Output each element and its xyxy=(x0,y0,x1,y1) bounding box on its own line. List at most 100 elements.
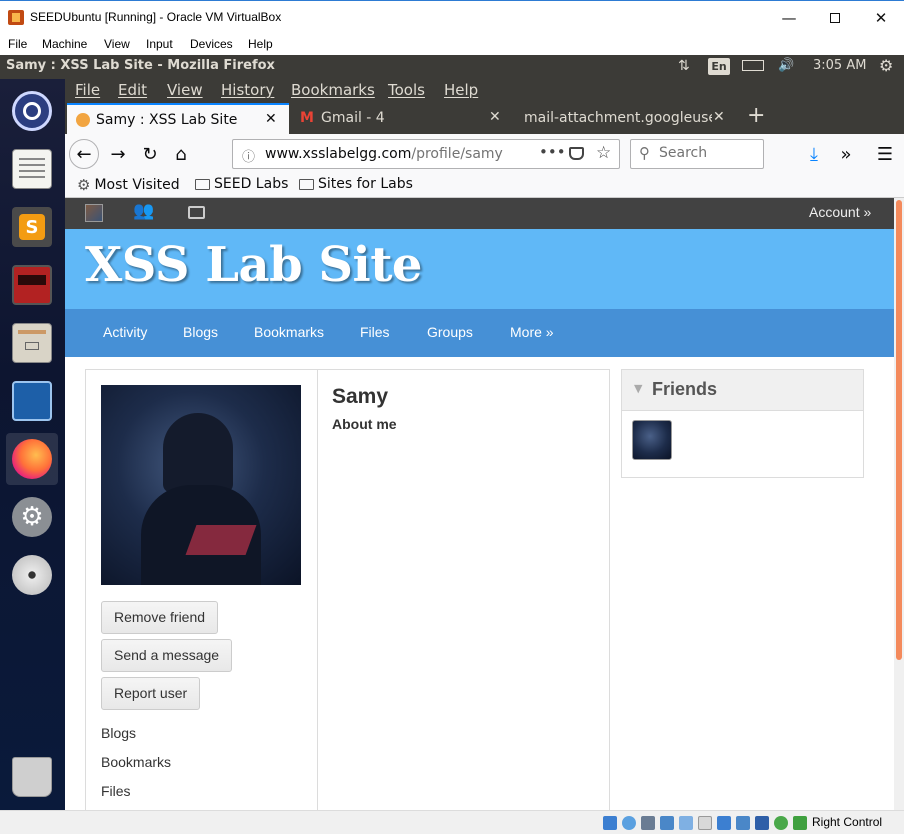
battery-icon[interactable] xyxy=(742,58,764,75)
downloads-icon[interactable]: ⤓ xyxy=(799,140,829,168)
bookmark-most-visited[interactable]: ⚙ Most Visited xyxy=(77,176,180,194)
maximize-button[interactable] xyxy=(812,1,858,34)
file-manager-icon[interactable] xyxy=(6,317,58,369)
nav-more[interactable]: More » xyxy=(510,324,554,340)
ff-menu-view[interactable]: View xyxy=(167,81,203,99)
collapse-triangle-icon[interactable]: ▼ xyxy=(634,382,642,395)
vbox-menu-input[interactable]: Input xyxy=(146,37,173,51)
volume-icon[interactable]: 🔊 xyxy=(778,58,794,73)
ff-menu-help[interactable]: Help xyxy=(444,81,478,99)
ubuntu-top-panel: Samy : XSS Lab Site - Mozilla Firefox ⇅ … xyxy=(0,55,904,79)
bookmark-seed-labs[interactable]: SEED Labs xyxy=(195,176,288,192)
nav-files[interactable]: Files xyxy=(360,324,390,340)
site-info-icon[interactable]: ⓘ xyxy=(242,146,255,165)
back-arrow-icon[interactable]: ← xyxy=(69,139,99,169)
scrollbar-thumb[interactable] xyxy=(896,200,902,660)
optical-disk-icon[interactable] xyxy=(622,816,636,830)
about-me-heading: About me xyxy=(332,416,397,432)
network-icon[interactable]: ⇅ xyxy=(678,58,690,74)
vbox-menu-devices[interactable]: Devices xyxy=(190,37,233,51)
nav-activity[interactable]: Activity xyxy=(103,324,147,340)
ff-menu-tools[interactable]: Tools xyxy=(388,81,425,99)
nav-bookmarks[interactable]: Bookmarks xyxy=(254,324,324,340)
user-avatar-icon[interactable] xyxy=(85,204,103,222)
usb-icon[interactable] xyxy=(679,816,693,830)
navigation-toolbar: ← → ↻ ⌂ ⓘ www.xsslabelgg.com/profile/sam… xyxy=(65,134,904,173)
friend-avatar[interactable] xyxy=(632,420,672,460)
tab-samy-profile[interactable]: Samy : XSS Lab Site ✕ xyxy=(67,103,289,134)
ff-menu-bookmarks[interactable]: Bookmarks xyxy=(291,81,375,99)
friends-icon[interactable]: 👥 xyxy=(133,201,154,221)
recording-icon[interactable] xyxy=(736,816,750,830)
close-button[interactable]: ✕ xyxy=(858,1,904,34)
ubuntu-dash-icon[interactable] xyxy=(6,85,58,137)
nav-groups[interactable]: Groups xyxy=(427,324,473,340)
terminal-icon[interactable] xyxy=(6,259,58,311)
vbox-menu-view[interactable]: View xyxy=(104,37,130,51)
shared-folders-icon[interactable] xyxy=(698,816,712,830)
tab-close-icon[interactable]: ✕ xyxy=(265,111,277,127)
forward-arrow-icon[interactable]: → xyxy=(103,140,133,168)
page-scrollbar[interactable] xyxy=(894,198,904,810)
audio-icon[interactable] xyxy=(641,816,655,830)
ff-menu-file[interactable]: File xyxy=(75,81,100,99)
guest-additions-icon[interactable] xyxy=(774,816,788,830)
text-editor-icon[interactable] xyxy=(6,143,58,195)
overflow-chevron-icon[interactable]: » xyxy=(831,140,861,168)
remove-friend-button[interactable]: Remove friend xyxy=(101,601,219,634)
ff-menu-edit[interactable]: Edit xyxy=(118,81,147,99)
ff-menu-history[interactable]: History xyxy=(221,81,274,99)
profile-avatar[interactable] xyxy=(101,385,301,585)
search-field[interactable]: ⚲ xyxy=(630,139,764,169)
settings-gear-icon[interactable]: ⚙ xyxy=(879,56,893,75)
nav-blogs[interactable]: Blogs xyxy=(183,324,218,340)
folder-icon xyxy=(299,178,314,190)
owner-link-blogs[interactable]: Blogs xyxy=(101,725,136,741)
system-settings-icon[interactable]: ⚙ xyxy=(6,491,58,543)
trash-icon[interactable] xyxy=(6,751,58,803)
firefox-icon[interactable] xyxy=(6,433,58,485)
tab-close-icon[interactable]: ✕ xyxy=(713,109,725,125)
wireshark-icon[interactable] xyxy=(6,375,58,427)
active-window-title: Samy : XSS Lab Site - Mozilla Firefox xyxy=(6,58,275,73)
tab-close-icon[interactable]: ✕ xyxy=(489,109,501,125)
keyboard-layout-indicator[interactable]: En xyxy=(708,58,730,75)
owner-link-bookmarks[interactable]: Bookmarks xyxy=(101,754,171,770)
home-icon[interactable]: ⌂ xyxy=(166,140,196,168)
minimize-button[interactable]: — xyxy=(766,1,812,34)
vbox-menu-file[interactable]: File xyxy=(8,37,27,51)
new-tab-button[interactable]: + xyxy=(743,103,769,134)
hamburger-menu-icon[interactable]: ☰ xyxy=(870,140,900,168)
pocket-icon[interactable] xyxy=(569,147,584,160)
owner-link-files[interactable]: Files xyxy=(101,783,131,799)
display-icon[interactable] xyxy=(717,816,731,830)
send-message-button[interactable]: Send a message xyxy=(101,639,233,672)
bookmark-star-icon[interactable]: ☆ xyxy=(596,143,611,163)
firefox-menubar: File Edit View History Bookmarks Tools H… xyxy=(65,79,904,103)
tab-mail-attachment[interactable]: mail-attachment.googleuse ✕ xyxy=(515,103,737,134)
messages-icon[interactable] xyxy=(188,206,205,219)
site-title[interactable]: XSS Lab Site xyxy=(85,237,422,293)
vbox-window-title: SEEDUbuntu [Running] - Oracle VM Virtual… xyxy=(30,10,282,24)
sublime-text-icon[interactable]: S xyxy=(6,201,58,253)
vbox-menu-machine[interactable]: Machine xyxy=(42,37,87,51)
reload-icon[interactable]: ↻ xyxy=(135,140,165,168)
url-bar[interactable]: ⓘ www.xsslabelgg.com/profile/samy ••• ☆ xyxy=(232,139,620,169)
url-text[interactable]: www.xsslabelgg.com/profile/samy xyxy=(265,146,503,162)
search-input[interactable] xyxy=(659,145,759,161)
profile-box: Remove friend Send a message Report user… xyxy=(85,369,610,810)
vbox-menu-help[interactable]: Help xyxy=(248,37,273,51)
clock[interactable]: 3:05 AM xyxy=(813,58,866,73)
bookmark-sites-for-labs[interactable]: Sites for Labs xyxy=(299,176,413,192)
mouse-integration-icon[interactable] xyxy=(793,816,807,830)
hard-disk-icon[interactable] xyxy=(603,816,617,830)
optical-drive-icon[interactable] xyxy=(6,549,58,601)
tab-gmail[interactable]: M Gmail - 4 ✕ xyxy=(292,103,512,134)
report-user-button[interactable]: Report user xyxy=(101,677,201,710)
page-actions-icon[interactable]: ••• xyxy=(539,143,566,161)
account-menu[interactable]: Account » xyxy=(809,204,871,220)
tab-strip: Samy : XSS Lab Site ✕ M Gmail - 4 ✕ mail… xyxy=(65,103,904,134)
friends-widget: ▼ Friends xyxy=(621,369,864,478)
vt-x-icon[interactable] xyxy=(755,816,769,830)
network-adapter-icon[interactable] xyxy=(660,816,674,830)
